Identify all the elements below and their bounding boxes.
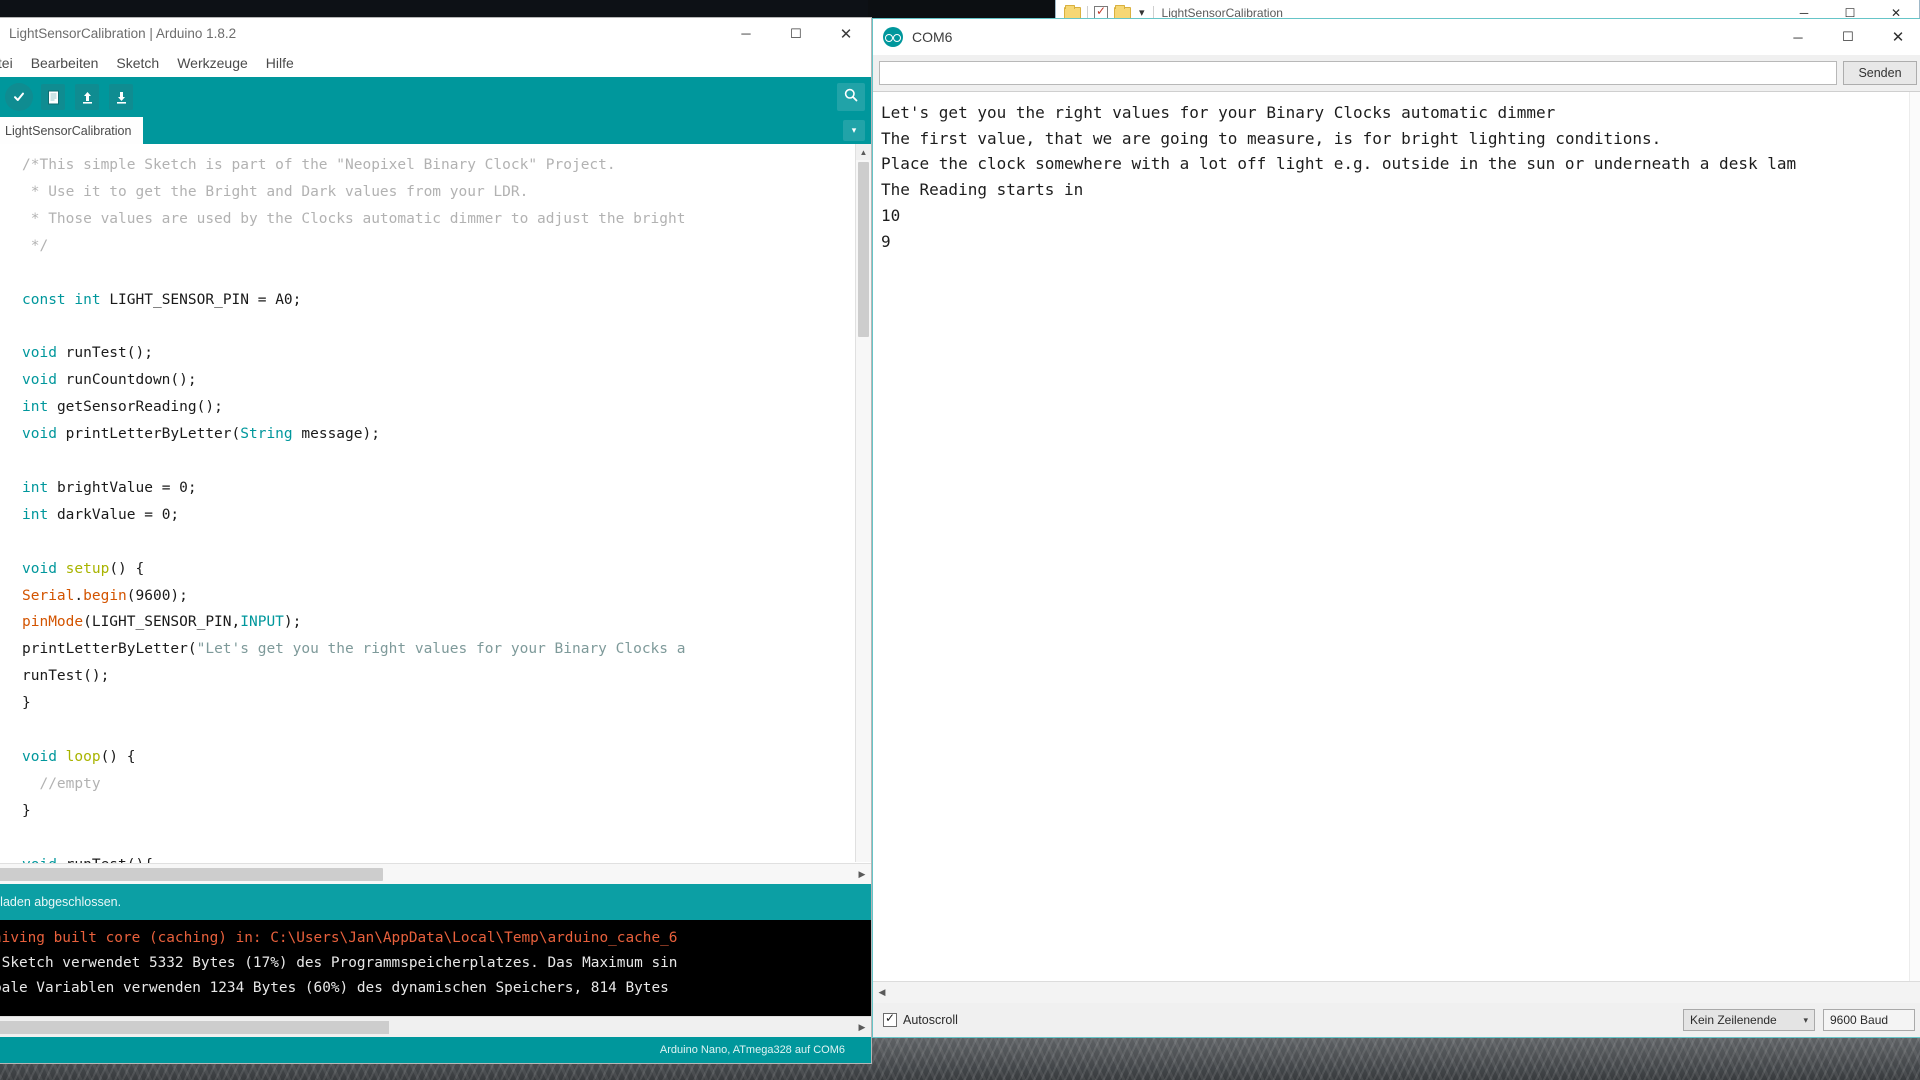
menu-bearbeiten[interactable]: Bearbeiten [22, 52, 108, 74]
menu-hilfe[interactable]: Hilfe [257, 52, 303, 74]
board-port-status: Arduino Nano, ATmega328 auf COM6 [659, 1044, 845, 1056]
download-arrow-icon [109, 84, 133, 110]
ide-tabbar[interactable]: LightSensorCalibration ▾ [0, 117, 871, 144]
ide-toolbar[interactable] [0, 77, 871, 117]
console-line: Archiving built core (caching) in: C:\Us… [0, 930, 678, 946]
new-file-icon [41, 84, 65, 110]
code-editor[interactable]: − − − − /*This simple Sketch is part of … [0, 144, 871, 884]
code-vertical-scrollbar[interactable]: ▲ [855, 144, 871, 862]
horizontal-scroll-thumb[interactable] [0, 867, 383, 881]
arduino-logo-icon [883, 27, 903, 47]
serial-monitor-titlebar[interactable]: COM6 ─ ☐ ✕ [873, 19, 1920, 55]
console-hscroll-track[interactable] [0, 1020, 853, 1034]
ide-titlebar[interactable]: LightSensorCalibration | Arduino 1.8.2 ─… [0, 18, 871, 49]
checkbox-icon[interactable] [883, 1011, 897, 1027]
verify-icon [5, 83, 33, 111]
autoscroll-label: Autoscroll [903, 1013, 958, 1027]
maximize-button[interactable]: ☐ [1823, 19, 1873, 55]
serial-monitor-horizontal-scrollbar[interactable]: ◀ [873, 981, 1920, 1003]
ide-status-message: Hochladen abgeschlossen. [0, 884, 871, 920]
line-ending-select[interactable]: Kein Zeilenende ▾ [1683, 1009, 1815, 1031]
save-sketch-button[interactable] [107, 83, 135, 111]
scroll-up-arrow[interactable]: ▲ [856, 144, 871, 160]
minimize-button[interactable]: ─ [721, 18, 771, 49]
line-ending-value: Kein Zeilenende [1690, 1013, 1777, 1027]
serial-send-input[interactable] [879, 61, 1837, 85]
code-horizontal-scrollbar[interactable]: ◀ ▶ [0, 863, 871, 884]
serial-output-line: The Reading starts in [881, 180, 1084, 200]
serial-monitor-statusbar[interactable]: Autoscroll Kein Zeilenende ▾ 9600 Baud [873, 1003, 1920, 1037]
baud-rate-value: 9600 Baud [1830, 1013, 1889, 1027]
chevron-down-icon: ▾ [1803, 1014, 1808, 1025]
serial-output-line: 9 [881, 231, 891, 251]
new-sketch-button[interactable] [39, 83, 67, 111]
serial-monitor-window-controls[interactable]: ─ ☐ ✕ [1773, 19, 1920, 55]
ide-menubar[interactable]: Datei Bearbeiten Sketch Werkzeuge Hilfe [0, 49, 871, 77]
menu-sketch[interactable]: Sketch [107, 52, 168, 74]
scroll-right-arrow[interactable]: ▶ [853, 1022, 871, 1033]
scroll-left-arrow[interactable]: ◀ [873, 987, 891, 998]
open-sketch-button[interactable] [73, 83, 101, 111]
serial-monitor-vertical-scrollbar[interactable] [1909, 92, 1920, 981]
menu-werkzeuge[interactable]: Werkzeuge [168, 52, 257, 74]
console-scroll-thumb[interactable] [0, 1020, 389, 1034]
chevron-down-icon: ▾ [851, 125, 857, 135]
verify-button[interactable] [5, 83, 33, 111]
serial-monitor-output[interactable]: Let's get you the right values for your … [873, 91, 1920, 981]
ide-statusbar: Arduino Nano, ATmega328 auf COM6 [0, 1037, 871, 1063]
serial-output-line: Let's get you the right values for your … [881, 103, 1556, 122]
chevron-down-icon[interactable]: ▾ [1137, 7, 1147, 19]
source-code[interactable]: /*This simple Sketch is part of the "Neo… [22, 152, 871, 878]
close-button[interactable]: ✕ [821, 18, 871, 49]
console-line: Globale Variablen verwenden 1234 Bytes (… [0, 980, 669, 996]
magnifier-icon [843, 87, 859, 108]
maximize-button[interactable]: ☐ [771, 18, 821, 49]
serial-monitor-window[interactable]: COM6 ─ ☐ ✕ Senden Let's get you the righ… [872, 18, 1920, 1038]
code-scroll-region[interactable]: /*This simple Sketch is part of the "Neo… [0, 144, 871, 884]
sm-hscroll-track[interactable] [891, 986, 1920, 999]
ide-window-controls[interactable]: ─ ☐ ✕ [721, 18, 871, 49]
console-horizontal-scrollbar[interactable]: ▶ [0, 1016, 871, 1037]
sketch-tab-label: LightSensorCalibration [5, 123, 132, 138]
sketch-tab[interactable]: LightSensorCalibration [0, 117, 144, 144]
console-line: Der Sketch verwendet 5332 Bytes (17%) de… [0, 955, 678, 971]
serial-monitor-input-row[interactable]: Senden [873, 55, 1920, 91]
ide-status-message-text: Hochladen abgeschlossen. [0, 895, 122, 909]
serial-output-line: 10 [881, 205, 901, 225]
serial-output-line: Place the clock somewhere with a lot off… [881, 154, 1797, 174]
upload-arrow-icon [75, 84, 99, 110]
minimize-button[interactable]: ─ [1773, 19, 1823, 55]
close-button[interactable]: ✕ [1873, 19, 1920, 55]
hscroll-track[interactable] [0, 867, 853, 881]
send-button[interactable]: Senden [1843, 61, 1917, 85]
ide-window-title: LightSensorCalibration | Arduino 1.8.2 [9, 26, 237, 41]
autoscroll-checkbox[interactable]: Autoscroll [883, 1011, 958, 1027]
serial-monitor-button[interactable] [837, 83, 865, 111]
ide-console-output[interactable]: Archiving built core (caching) in: C:\Us… [0, 920, 871, 1016]
serial-monitor-title: COM6 [912, 29, 953, 45]
arduino-ide-window[interactable]: LightSensorCalibration | Arduino 1.8.2 ─… [0, 17, 872, 1064]
menu-datei[interactable]: Datei [0, 52, 22, 74]
baud-rate-select[interactable]: 9600 Baud [1823, 1009, 1915, 1031]
vertical-scroll-thumb[interactable] [858, 162, 869, 337]
tab-menu-button[interactable]: ▾ [843, 120, 865, 141]
serial-output-line: The first value, that we are going to me… [881, 128, 1662, 148]
scroll-right-arrow[interactable]: ▶ [853, 869, 871, 880]
